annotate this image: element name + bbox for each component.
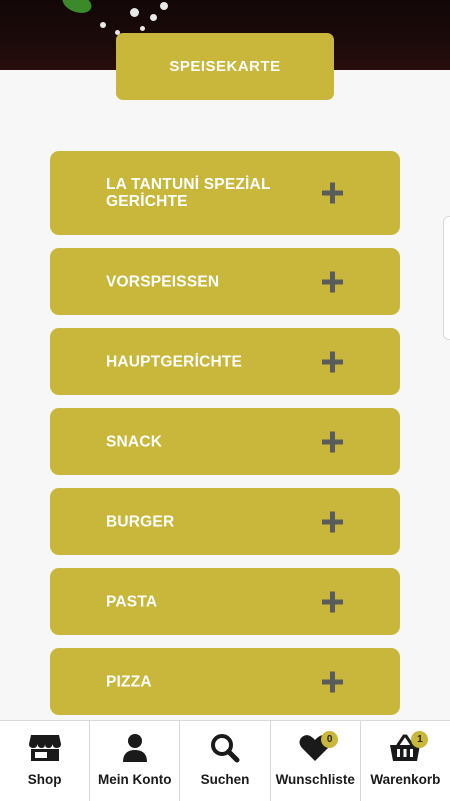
- speisekarte-button[interactable]: SPEISEKARTE: [116, 33, 334, 100]
- heart-icon: 0: [298, 731, 339, 763]
- nav-label: Wunschliste: [275, 772, 355, 787]
- category-label: SNACK: [106, 433, 163, 450]
- category-burger[interactable]: BURGER: [50, 488, 400, 555]
- plus-icon[interactable]: [322, 511, 343, 532]
- decoration-dot: [130, 8, 139, 17]
- category-pizza[interactable]: PIZZA: [50, 648, 400, 715]
- category-vorspeissen[interactable]: VORSPEISSEN: [50, 248, 400, 315]
- nav-shop[interactable]: Shop: [0, 721, 91, 801]
- nav-label: Mein Konto: [98, 772, 172, 787]
- cart-count-badge: 1: [411, 731, 429, 748]
- bottom-navigation: Shop Mein Konto Suchen 0 Wunschliste 1 W…: [0, 720, 450, 801]
- plus-icon[interactable]: [322, 591, 343, 612]
- decoration-dot: [100, 22, 106, 28]
- nav-suchen[interactable]: Suchen: [180, 721, 271, 801]
- category-label: PASTA: [106, 593, 158, 610]
- decoration-dot: [160, 2, 168, 10]
- wishlist-count-badge: 0: [321, 731, 339, 748]
- category-hauptgerichte[interactable]: HAUPTGERİCHTE: [50, 328, 400, 395]
- nav-wunschliste[interactable]: 0 Wunschliste: [271, 721, 361, 801]
- plus-icon[interactable]: [322, 671, 343, 692]
- user-icon: [118, 733, 152, 763]
- store-icon: [28, 733, 62, 763]
- plus-icon[interactable]: [322, 431, 343, 452]
- side-scroll-handle[interactable]: [443, 216, 450, 340]
- category-la-tantuni-spezial[interactable]: LA TANTUNİ SPEZİAL GERİCHTE: [50, 151, 400, 235]
- nav-label: Shop: [27, 772, 62, 787]
- basil-leaf-decoration: [59, 0, 95, 17]
- nav-label: Suchen: [200, 772, 250, 787]
- decoration-dot: [140, 26, 145, 31]
- category-label: PIZZA: [106, 673, 152, 690]
- category-snack[interactable]: SNACK: [50, 408, 400, 475]
- plus-icon[interactable]: [322, 182, 343, 204]
- category-label: HAUPTGERİCHTE: [106, 353, 243, 370]
- category-label: LA TANTUNİ SPEZİAL GERİCHTE: [106, 176, 271, 210]
- plus-icon[interactable]: [322, 351, 343, 372]
- category-label: BURGER: [106, 513, 175, 530]
- category-label: VORSPEISSEN: [106, 273, 220, 290]
- plus-icon[interactable]: [322, 271, 343, 292]
- decoration-dot: [150, 14, 157, 21]
- category-pasta[interactable]: PASTA: [50, 568, 400, 635]
- search-icon: [208, 733, 242, 763]
- cart-icon: 1: [388, 731, 429, 763]
- nav-label: Warenkorb: [370, 772, 441, 787]
- nav-mein-konto[interactable]: Mein Konto: [90, 721, 181, 801]
- nav-warenkorb[interactable]: 1 Warenkorb: [361, 721, 450, 801]
